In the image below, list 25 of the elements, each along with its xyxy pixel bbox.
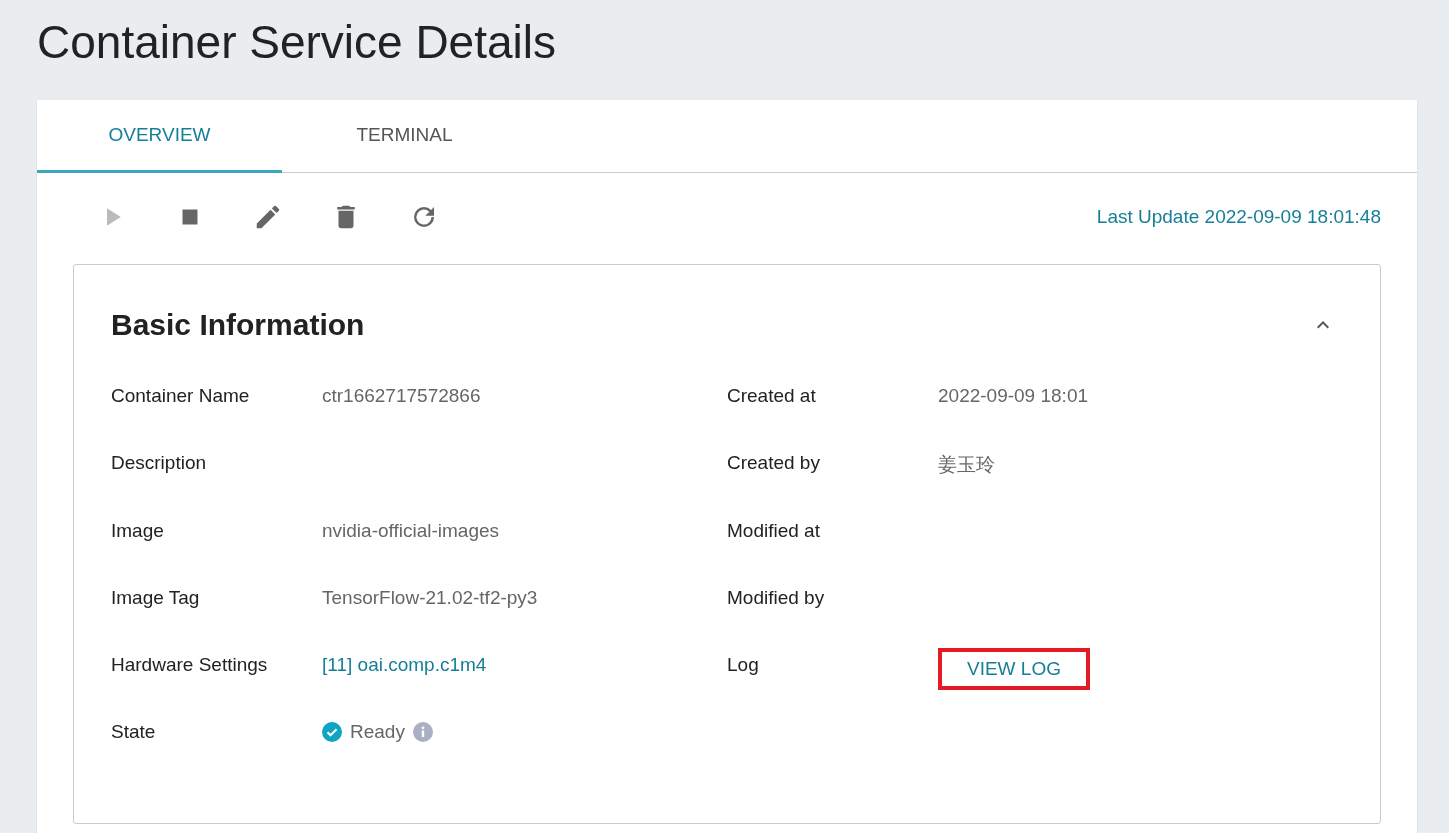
field-label: Created at	[727, 385, 817, 407]
field-value: ctr1662717572866	[322, 385, 481, 406]
field-value: 姜玉玲	[938, 454, 995, 476]
field-label: Log	[727, 654, 760, 677]
section-title: Basic Information	[111, 308, 365, 342]
field-value: nvidia-official-images	[322, 519, 500, 541]
field-label: Modified by	[727, 586, 826, 609]
field-value: 2022-09-09 18:01	[938, 385, 1088, 406]
field-label: Image Tag	[111, 586, 201, 609]
check-circle-icon	[322, 722, 342, 743]
page-title: Container Service Details	[37, 15, 557, 70]
field-label: State	[111, 721, 157, 744]
field-value: TensorFlow-21.02-tf2-py3	[322, 586, 538, 608]
status-text: Ready	[350, 721, 405, 744]
field-label: Created by	[727, 452, 821, 475]
field-label: Hardware Settings	[111, 654, 269, 677]
last-update-text: Last Update 2022-09-09 18:01:48	[1096, 206, 1381, 228]
hardware-link[interactable]: [11] oai.comp.c1m4	[322, 654, 487, 676]
field-label: Container Name	[111, 385, 251, 407]
view-log-button[interactable]: VIEW LOG	[938, 648, 1090, 691]
field-label: Image	[111, 519, 165, 542]
field-label: Description	[111, 452, 208, 475]
field-label: Modified at	[727, 519, 821, 542]
tab[interactable]: TERMINAL	[282, 100, 527, 173]
tab[interactable]: OVERVIEW	[37, 100, 282, 173]
